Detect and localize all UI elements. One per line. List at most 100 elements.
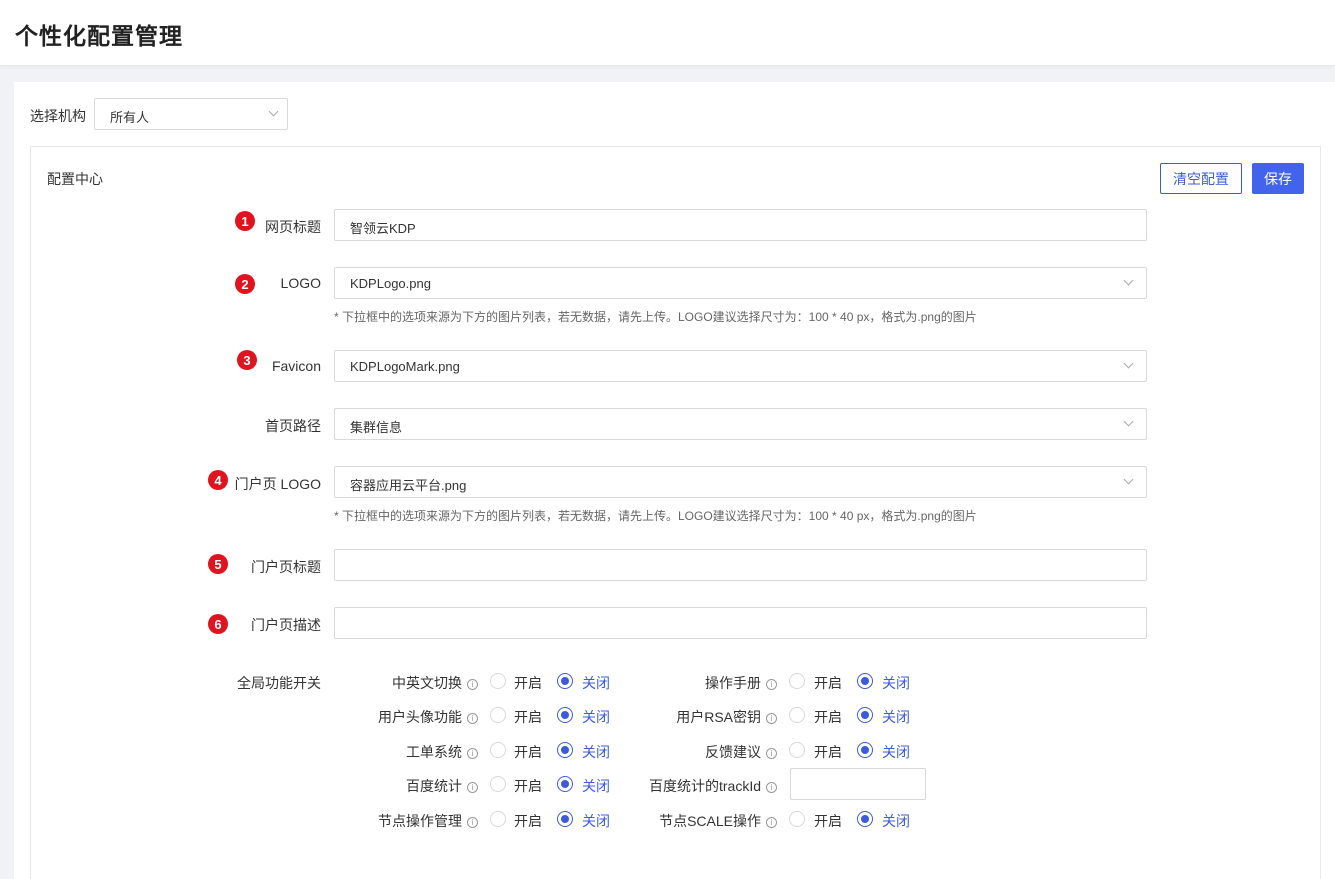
portal-desc-label: 门户页描述 [251,617,321,633]
main-content: 选择机构 所有人 配置中心 清空配置 保存 1 网页标题 智领云KDP 2 LO… [14,82,1335,879]
org-select-value: 所有人 [110,110,150,125]
clear-config-button[interactable]: 清空配置 [1160,163,1242,194]
favicon-select[interactable]: KDPLogoMark.png [334,350,1147,382]
feedback-on-radio[interactable] [789,742,805,758]
favicon-select-value: KDPLogoMark.png [350,359,460,374]
home-path-label: 首页路径 [265,418,321,434]
page-title: 个性化配置管理 [15,23,183,49]
step-badge-5: 5 [208,554,228,574]
rsa-on-radio[interactable] [789,707,805,723]
node-scale-on-radio[interactable] [789,811,805,827]
portal-desc-input[interactable] [334,607,1147,639]
logo-select[interactable]: KDPLogo.png [334,267,1147,299]
switch-label-feedback: 反馈建议 i [705,742,777,762]
portal-logo-select[interactable]: 容器应用云平台.png [334,466,1147,498]
manual-on-label: 开启 [814,675,842,691]
node-ops-on-label: 开启 [514,813,542,829]
web-title-label: 网页标题 [265,219,321,235]
info-icon: i [467,748,478,759]
step-badge-6: 6 [208,614,228,634]
baidu-off-label: 关闭 [582,778,610,794]
feedback-off-label: 关闭 [882,744,910,760]
org-select-label: 选择机构 [30,108,86,124]
info-icon: i [467,679,478,690]
node-ops-off-radio[interactable] [557,811,573,827]
web-title-input[interactable]: 智领云KDP [334,209,1147,241]
info-icon: i [766,679,777,690]
track-id-input[interactable] [790,768,926,800]
lang-on-radio[interactable] [490,673,506,689]
avatar-off-radio[interactable] [557,707,573,723]
favicon-label: Favicon [271,358,321,374]
logo-label: LOGO [280,275,321,291]
lang-off-label: 关闭 [582,675,610,691]
lang-off-radio[interactable] [557,673,573,689]
rsa-off-label: 关闭 [882,709,910,725]
node-ops-off-label: 关闭 [582,813,610,829]
node-ops-on-radio[interactable] [490,811,506,827]
panel-title: 配置中心 [47,171,103,187]
portal-title-input[interactable] [334,549,1147,581]
ticket-on-label: 开启 [514,744,542,760]
config-panel: 配置中心 清空配置 保存 1 网页标题 智领云KDP 2 LOGO KDPLog… [30,146,1321,879]
info-icon: i [467,713,478,724]
web-title-value: 智领云KDP [350,221,416,236]
save-button[interactable]: 保存 [1252,163,1304,194]
info-icon: i [766,713,777,724]
chevron-down-icon [268,106,279,117]
switch-label-node-scale: 节点SCALE操作 i [659,811,777,831]
info-icon: i [766,817,777,828]
baidu-on-label: 开启 [514,778,542,794]
rsa-on-label: 开启 [814,709,842,725]
avatar-off-label: 关闭 [582,709,610,725]
avatar-on-radio[interactable] [490,707,506,723]
ticket-off-label: 关闭 [582,744,610,760]
chevron-down-icon [1123,416,1134,427]
node-scale-on-label: 开启 [814,813,842,829]
chevron-down-icon [1123,474,1134,485]
info-icon: i [766,748,777,759]
portal-title-label: 门户页标题 [251,559,321,575]
switch-label-baidu: 百度统计 i [406,776,478,796]
portal-logo-label: 门户页 LOGO [234,476,321,492]
portal-logo-hint: * 下拉框中的选项来源为下方的图片列表，若无数据，请先上传。LOGO建议选择尺寸… [334,509,977,523]
logo-select-value: KDPLogo.png [350,276,431,291]
switch-label-ticket: 工单系统 i [406,742,478,762]
chevron-down-icon [1123,275,1134,286]
global-switches-label: 全局功能开关 [237,675,321,691]
step-badge-1: 1 [235,211,255,231]
info-icon: i [467,817,478,828]
logo-hint: * 下拉框中的选项来源为下方的图片列表，若无数据，请先上传。LOGO建议选择尺寸… [334,310,977,324]
feedback-off-radio[interactable] [857,742,873,758]
home-path-select-value: 集群信息 [350,420,403,435]
chevron-down-icon [1123,358,1134,369]
manual-off-label: 关闭 [882,675,910,691]
manual-off-radio[interactable] [857,673,873,689]
switch-label-lang: 中英文切换 i [392,673,478,693]
baidu-on-radio[interactable] [490,776,506,792]
node-scale-off-radio[interactable] [857,811,873,827]
feedback-on-label: 开启 [814,744,842,760]
step-badge-2: 2 [235,274,255,294]
portal-logo-select-value: 容器应用云平台.png [350,478,467,493]
node-scale-off-label: 关闭 [882,813,910,829]
step-badge-3: 3 [237,350,257,370]
page-header: 个性化配置管理 [0,0,1335,66]
switch-label-manual: 操作手册 i [705,673,777,693]
info-icon: i [467,782,478,793]
home-path-select[interactable]: 集群信息 [334,408,1147,440]
manual-on-radio[interactable] [789,673,805,689]
avatar-on-label: 开启 [514,709,542,725]
switch-label-rsa: 用户RSA密钥 i [676,707,777,727]
ticket-on-radio[interactable] [490,742,506,758]
lang-on-label: 开启 [514,675,542,691]
info-icon: i [766,782,777,793]
switch-label-node-ops: 节点操作管理 i [378,811,478,831]
switch-label-avatar: 用户头像功能 i [378,707,478,727]
step-badge-4: 4 [208,470,228,490]
org-select[interactable]: 所有人 [94,98,288,130]
ticket-off-radio[interactable] [557,742,573,758]
baidu-off-radio[interactable] [557,776,573,792]
switch-label-track-id: 百度统计的trackId i [649,776,777,796]
rsa-off-radio[interactable] [857,707,873,723]
